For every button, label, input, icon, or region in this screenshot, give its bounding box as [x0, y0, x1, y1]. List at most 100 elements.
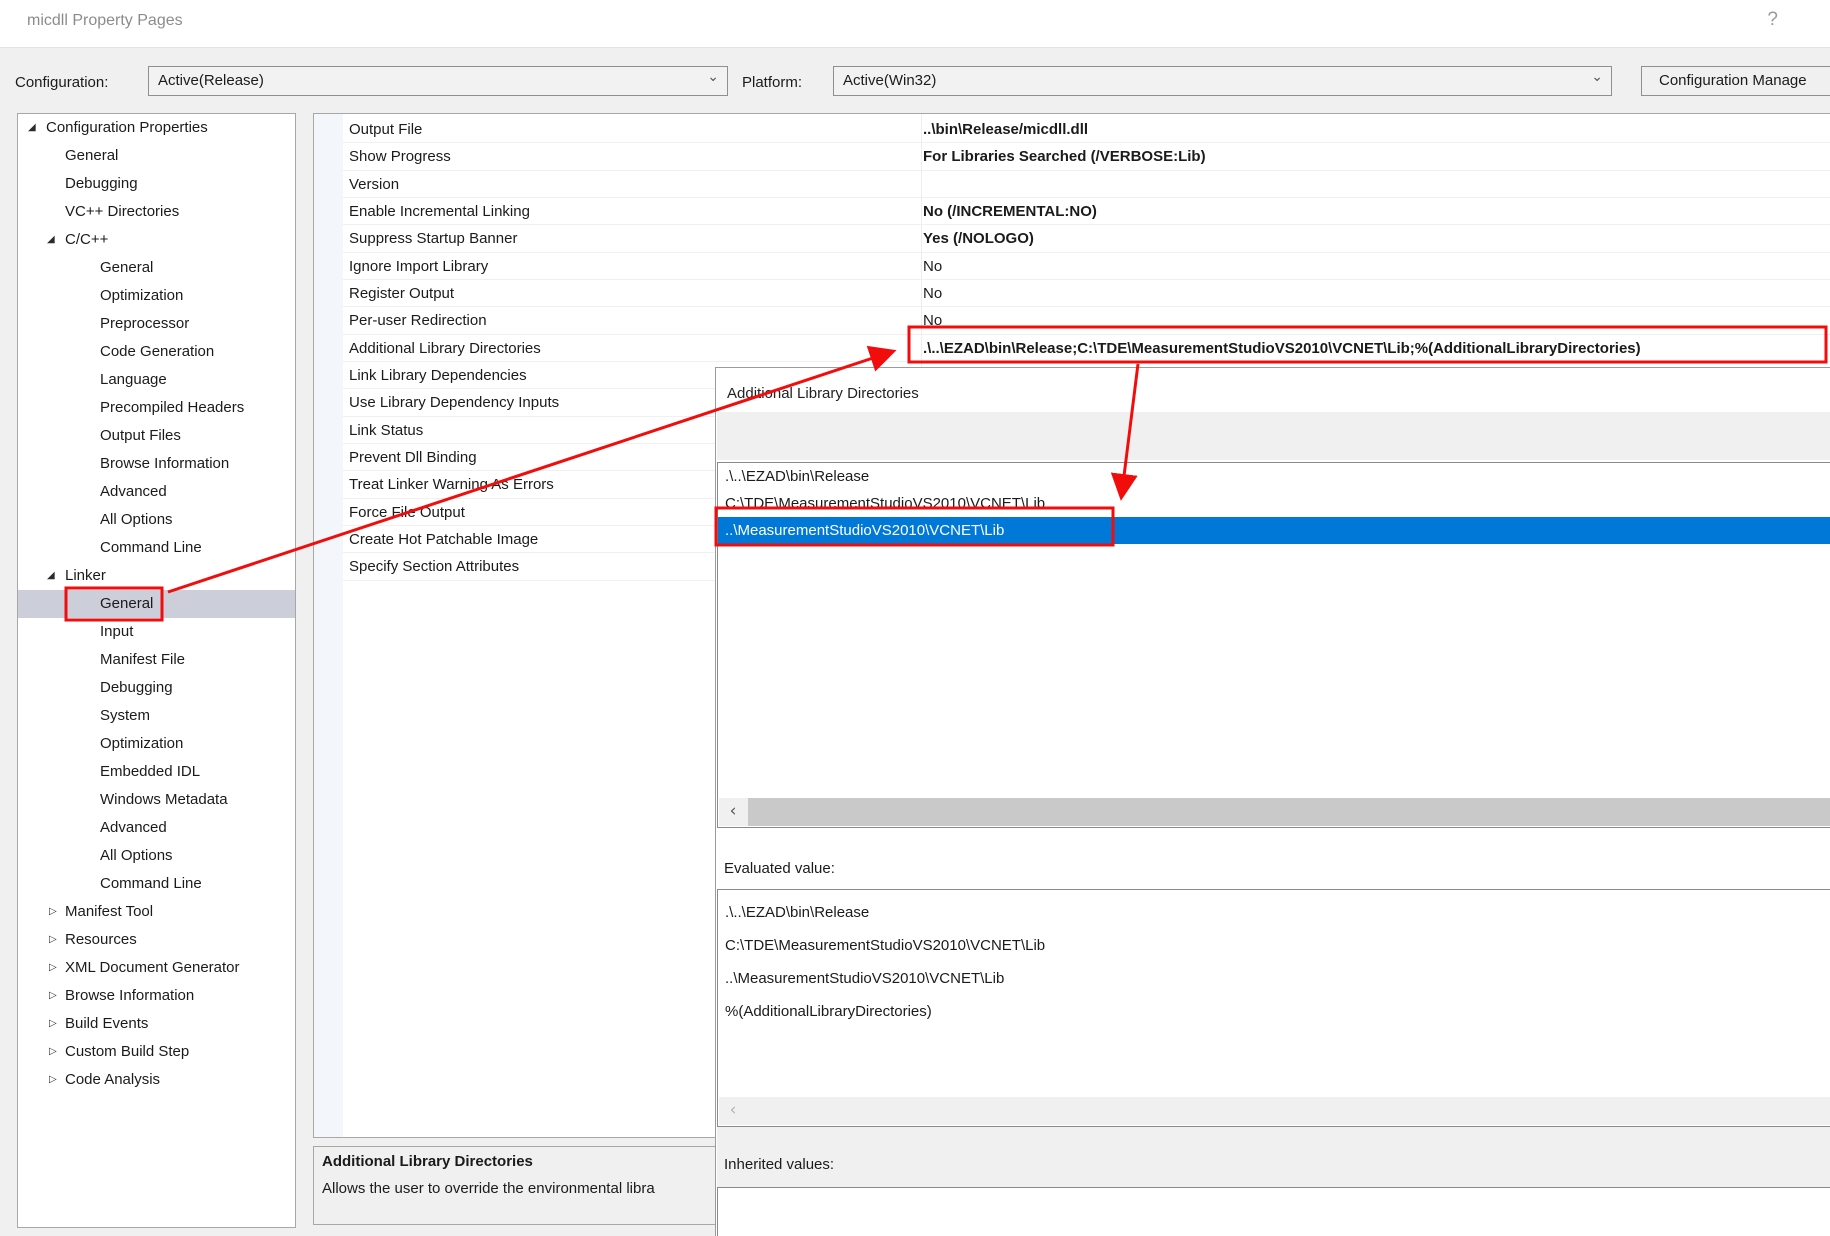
- tree-item-optimization[interactable]: Optimization: [18, 730, 295, 758]
- inherited-values-label: Inherited values:: [724, 1156, 834, 1173]
- tree-item-input[interactable]: Input: [18, 618, 295, 646]
- tree-collapsed-icon[interactable]: ▷: [49, 1038, 57, 1066]
- property-value[interactable]: ..\bin\Release/micdll.dll: [923, 116, 1088, 143]
- tree-item-advanced[interactable]: Advanced: [18, 478, 295, 506]
- grid-row-per-user-redirection[interactable]: Per-user Redirection No: [314, 307, 1830, 334]
- tree-item-preprocessor[interactable]: Preprocessor: [18, 310, 295, 338]
- property-value[interactable]: No: [923, 253, 942, 280]
- property-value[interactable]: No (/INCREMENTAL:NO): [923, 198, 1097, 225]
- tree-item-c-c-[interactable]: ◢C/C++: [18, 226, 295, 254]
- tree-item-vc-directories[interactable]: VC++ Directories: [18, 198, 295, 226]
- scroll-left-icon[interactable]: ‹: [719, 1097, 747, 1125]
- directory-item[interactable]: .\..\EZAD\bin\Release: [718, 463, 1830, 490]
- property-name: Link Status: [349, 417, 423, 444]
- tree-item-all-options[interactable]: All Options: [18, 842, 295, 870]
- platform-value: Active(Win32): [843, 72, 936, 89]
- tree-item-general[interactable]: General: [18, 254, 295, 282]
- property-pages-dialog: micdll Property Pages ? Configuration: A…: [0, 0, 1830, 1236]
- platform-dropdown[interactable]: Active(Win32) ⌄: [833, 66, 1612, 96]
- property-value[interactable]: No: [923, 307, 942, 334]
- tree-item-system[interactable]: System: [18, 702, 295, 730]
- tree-collapsed-icon[interactable]: ▷: [49, 1066, 57, 1094]
- tree-item-general[interactable]: General: [18, 142, 295, 170]
- tree-item-label: Linker: [65, 562, 106, 590]
- property-name: Specify Section Attributes: [349, 553, 519, 580]
- grid-row-suppress-startup-banner[interactable]: Suppress Startup Banner Yes (/NOLOGO): [314, 225, 1830, 252]
- horizontal-scrollbar-disabled[interactable]: ‹: [719, 1097, 1830, 1125]
- tree-expanded-icon[interactable]: ◢: [28, 114, 36, 142]
- directory-item-selected[interactable]: ..\MeasurementStudioVS2010\VCNET\Lib: [718, 517, 1830, 544]
- inherited-values-box[interactable]: [717, 1187, 1830, 1236]
- configuration-dropdown[interactable]: Active(Release) ⌄: [148, 66, 728, 96]
- tree-item-label: Preprocessor: [100, 310, 189, 338]
- property-name: Suppress Startup Banner: [349, 225, 517, 252]
- property-name: Additional Library Directories: [349, 335, 541, 362]
- tree-item-language[interactable]: Language: [18, 366, 295, 394]
- tree-item-command-line[interactable]: Command Line: [18, 870, 295, 898]
- tree-item-custom-build-step[interactable]: ▷Custom Build Step: [18, 1038, 295, 1066]
- tree-expanded-icon[interactable]: ◢: [47, 226, 55, 254]
- tree-collapsed-icon[interactable]: ▷: [49, 926, 57, 954]
- configuration-manager-button[interactable]: Configuration Manage: [1641, 66, 1830, 96]
- property-value[interactable]: No: [923, 280, 942, 307]
- tree-collapsed-icon[interactable]: ▷: [49, 1010, 57, 1038]
- tree-item-command-line[interactable]: Command Line: [18, 534, 295, 562]
- tree-item-code-generation[interactable]: Code Generation: [18, 338, 295, 366]
- tree-item-output-files[interactable]: Output Files: [18, 422, 295, 450]
- tree-collapsed-icon[interactable]: ▷: [49, 898, 57, 926]
- tree-item-build-events[interactable]: ▷ Build Events: [18, 1010, 295, 1038]
- tree-item-label: Advanced: [100, 814, 167, 842]
- tree-item-all-options[interactable]: All Options: [18, 506, 295, 534]
- tree-item-manifest-tool[interactable]: ▷Manifest Tool: [18, 898, 295, 926]
- property-value[interactable]: .\..\EZAD\bin\Release;C:\TDE\Measurement…: [923, 335, 1641, 362]
- grid-row-additional-library-directories[interactable]: Additional Library Directories .\..\EZAD\…: [314, 335, 1830, 362]
- tree-item-label: System: [100, 702, 150, 730]
- tree-item-label: All Options: [100, 506, 173, 534]
- property-name: Per-user Redirection: [349, 307, 487, 334]
- configuration-value: Active(Release): [158, 72, 264, 89]
- scroll-left-icon[interactable]: ‹: [719, 798, 747, 826]
- evaluated-lines: .\..\EZAD\bin\ReleaseC:\TDE\MeasurementS…: [725, 896, 1045, 1028]
- tree-item-browse-information[interactable]: Browse Information: [18, 450, 295, 478]
- tree-item-embedded-idl[interactable]: Embedded IDL: [18, 758, 295, 786]
- evaluated-line: %(AdditionalLibraryDirectories): [725, 995, 1045, 1028]
- grid-row-version[interactable]: Version: [314, 171, 1830, 198]
- tree-item-debugging[interactable]: Debugging: [18, 674, 295, 702]
- tree-item-browse-information[interactable]: ▷Browse Information: [18, 982, 295, 1010]
- grid-row-output-file[interactable]: Output File..\bin\Release/micdll.dll: [314, 116, 1830, 143]
- dialog-titlebar: micdll Property Pages ?: [0, 0, 1830, 48]
- tree-item-resources[interactable]: ▷Resources: [18, 926, 295, 954]
- tree-item-code-analysis[interactable]: ▷Code Analysis: [18, 1066, 295, 1094]
- tree-item-manifest-file[interactable]: Manifest File: [18, 646, 295, 674]
- grid-row-register-output[interactable]: Register OutputNo: [314, 280, 1830, 307]
- grid-row-ignore-import-library[interactable]: Ignore Import LibraryNo: [314, 253, 1830, 280]
- property-value[interactable]: Yes (/NOLOGO): [923, 225, 1034, 252]
- tree-collapsed-icon[interactable]: ▷: [49, 982, 57, 1010]
- chevron-down-icon: ⌄: [1591, 69, 1603, 85]
- description-title: Additional Library Directories: [322, 1153, 533, 1170]
- tree-item-label: Language: [100, 366, 167, 394]
- scrollbar-thumb[interactable]: [748, 798, 1830, 826]
- tree-item-windows-metadata[interactable]: Windows Metadata: [18, 786, 295, 814]
- tree-item-optimization[interactable]: Optimization: [18, 282, 295, 310]
- horizontal-scrollbar[interactable]: ‹: [719, 798, 1830, 826]
- tree-expanded-icon[interactable]: ◢: [47, 562, 55, 590]
- grid-row-enable-incremental-linking[interactable]: Enable Incremental LinkingNo (/INCREMENT…: [314, 198, 1830, 225]
- tree-item-linker[interactable]: ◢ Linker: [18, 562, 295, 590]
- tree-item-debugging[interactable]: Debugging: [18, 170, 295, 198]
- tree-item-label: General: [100, 590, 153, 618]
- popup-title: Additional Library Directories: [727, 385, 919, 402]
- tree-collapsed-icon[interactable]: ▷: [49, 954, 57, 982]
- tree-item-label: Optimization: [100, 730, 183, 758]
- directory-item[interactable]: C:\TDE\MeasurementStudioVS2010\VCNET\Lib: [718, 490, 1830, 517]
- directories-listbox[interactable]: .\..\EZAD\bin\ReleaseC:\TDE\MeasurementS…: [717, 462, 1830, 828]
- help-icon[interactable]: ?: [1767, 9, 1778, 31]
- tree-item-label: Build Events: [65, 1010, 148, 1038]
- tree-item-general[interactable]: General: [18, 590, 295, 618]
- grid-row-show-progress[interactable]: Show ProgressFor Libraries Searched (/VE…: [314, 143, 1830, 170]
- tree-item-configuration-properties[interactable]: ◢Configuration Properties: [18, 114, 295, 142]
- property-value[interactable]: For Libraries Searched (/VERBOSE:Lib): [923, 143, 1206, 170]
- tree-item-xml-document-generator[interactable]: ▷XML Document Generator: [18, 954, 295, 982]
- tree-item-precompiled-headers[interactable]: Precompiled Headers: [18, 394, 295, 422]
- tree-item-advanced[interactable]: Advanced: [18, 814, 295, 842]
